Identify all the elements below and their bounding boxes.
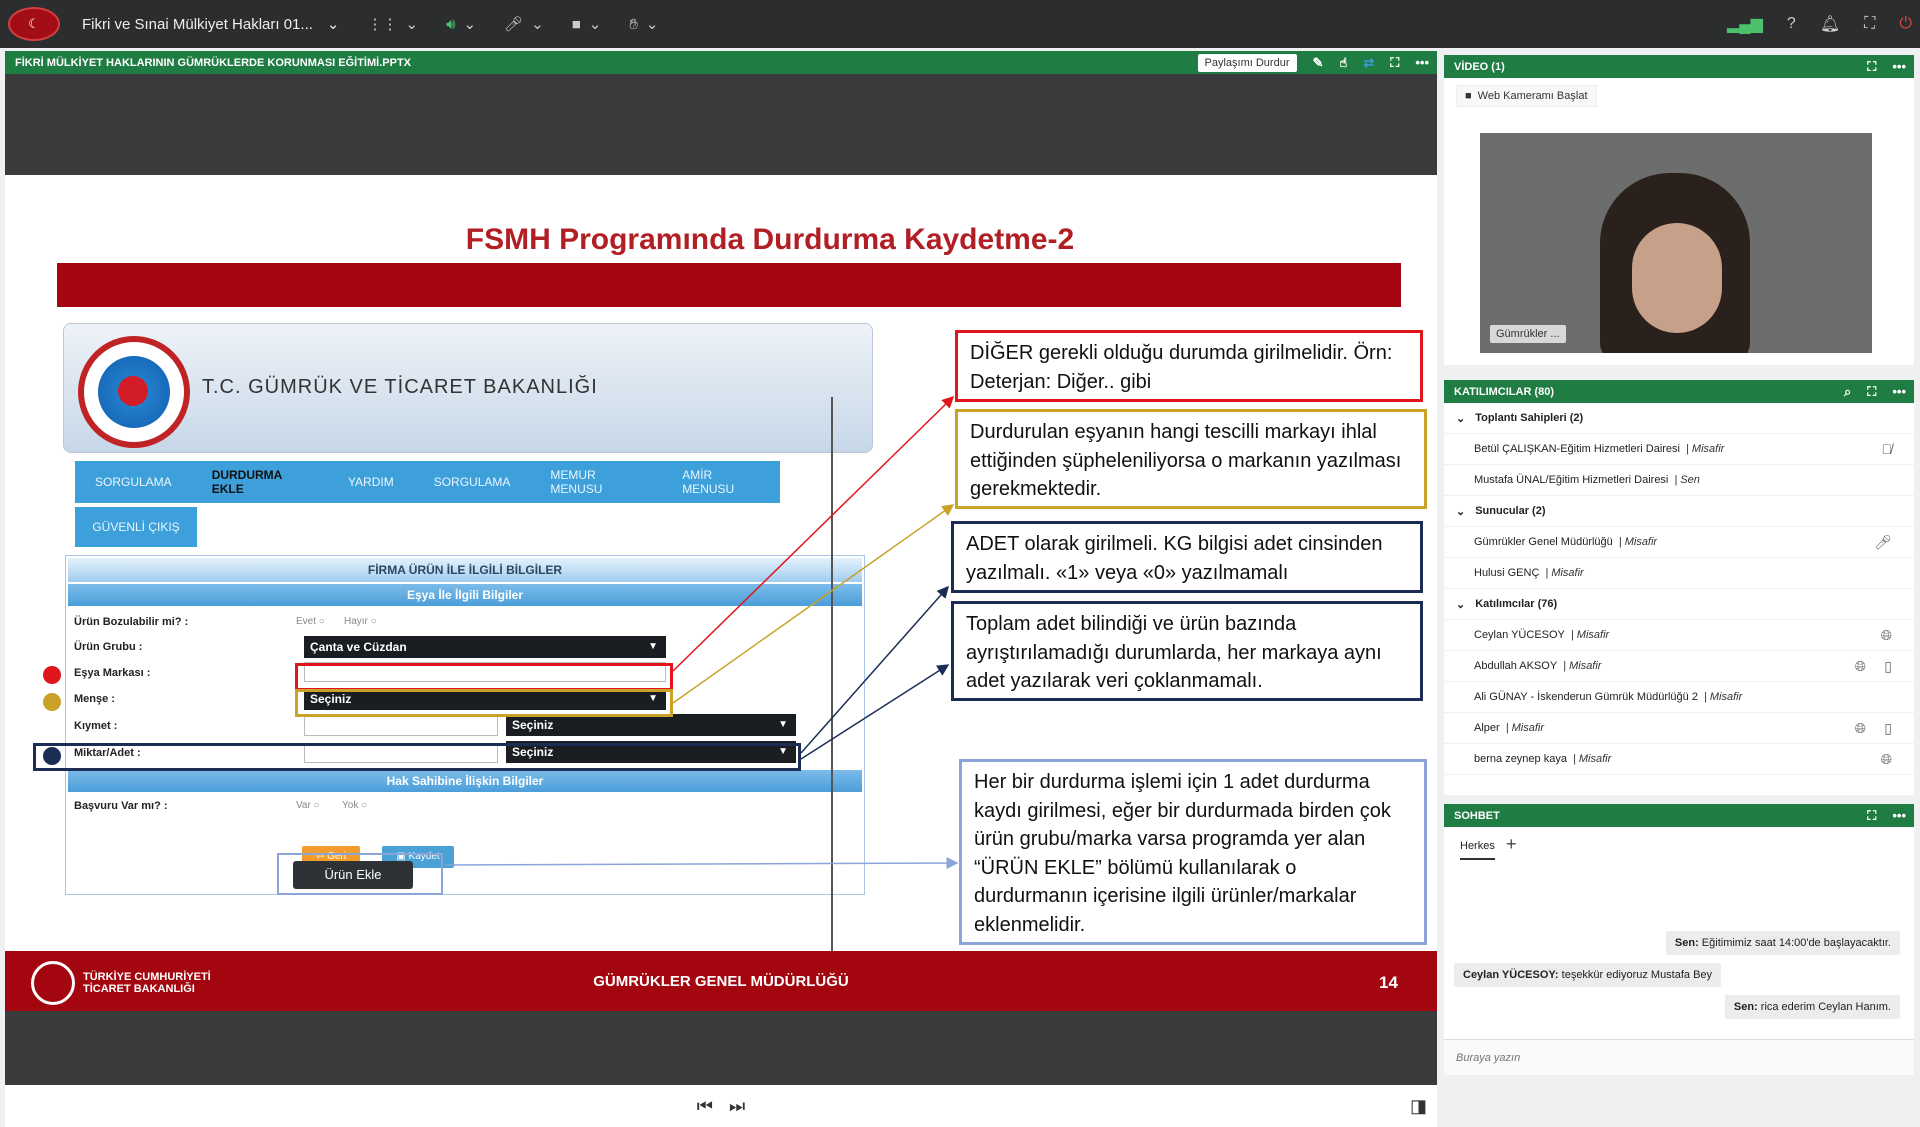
note-diger: DİĞER gerekli olduğu durumda girilmelidi… bbox=[955, 330, 1423, 402]
fullscreen-icon[interactable]: ⛶ bbox=[1867, 384, 1876, 400]
participants-pod: KATILIMCILAR (80) ⌕ ⛶ ••• ⌄ Toplantı Sahipl… bbox=[1444, 380, 1914, 795]
note-marka: Durdurulan eşyanın hangi tescilli markay… bbox=[955, 409, 1427, 509]
chevron-down-icon: ⌄ bbox=[405, 16, 419, 33]
mic-menu[interactable]: 🎤︎ ⌄ bbox=[504, 15, 544, 33]
participant-group[interactable]: ⌄ Toplantı Sahipleri (2) bbox=[1444, 403, 1914, 434]
help-icon[interactable]: ? bbox=[1787, 15, 1796, 33]
slide-page-number: 14 bbox=[1379, 973, 1398, 992]
arrow-blue bbox=[444, 857, 959, 870]
slide-pager: ⏮ ⏭ ◨ bbox=[5, 1085, 1437, 1127]
chevron-down-icon: ⌄ bbox=[326, 16, 340, 33]
participant-row[interactable]: Mustafa ÜNAL/Eğitim Hizmetleri Dairesi | … bbox=[1444, 465, 1914, 496]
search-icon[interactable]: ⌕ bbox=[1844, 384, 1851, 400]
chat-tab-herkes[interactable]: Herkes bbox=[1460, 840, 1495, 860]
mic-off-icon: 🎙̸ bbox=[1881, 441, 1893, 457]
participant-row[interactable]: Ali GÜNAY - İskenderun Gümrük Müdürlüğü … bbox=[1444, 682, 1914, 713]
share-pod: FİKRİ MÜLKİYET HAKLARININ GÜMRÜKLERDE KO… bbox=[5, 51, 1437, 1127]
chevron-down-icon: ⌄ bbox=[588, 16, 602, 33]
chevron-down-icon: ⌄ bbox=[1456, 505, 1466, 518]
raise-hand-menu[interactable]: ✋︎ ⌄ bbox=[629, 15, 659, 34]
speaker-icon: 🔊︎ bbox=[446, 15, 456, 33]
sidebar-toggle-icon[interactable]: ◨ bbox=[1410, 1096, 1427, 1117]
note-toplam-adet: Toplam adet bilindiği ve ürün bazında ay… bbox=[951, 601, 1423, 701]
slide: FSMH Programında Durdurma Kaydetme-2 T.C… bbox=[5, 175, 1437, 1011]
slide-stage: FSMH Programında Durdurma Kaydetme-2 T.C… bbox=[5, 74, 1437, 1127]
globe-icon: 🌐︎ bbox=[1854, 657, 1866, 674]
phone-icon: ▯ bbox=[1884, 657, 1892, 674]
grid-icon: ⋮⋮ bbox=[367, 16, 398, 33]
share-pod-tools: Paylaşımı Durdur ✎ ☝︎ ⇄ ⛶ ••• bbox=[1197, 51, 1429, 74]
note-adet: ADET olarak girilmeli. KG bilgisi adet c… bbox=[951, 521, 1423, 593]
participant-row[interactable]: Alper | Misafir 🌐︎ ▯ bbox=[1444, 713, 1914, 744]
video-label: Gümrükler ... bbox=[1490, 325, 1566, 343]
share-pod-header: FİKRİ MÜLKİYET HAKLARININ GÜMRÜKLERDE KO… bbox=[5, 51, 1437, 74]
chevron-down-icon: ⌄ bbox=[1456, 598, 1466, 611]
start-webcam-button[interactable]: ■ Web Kameramı Başlat bbox=[1456, 85, 1597, 107]
previous-slide-icon[interactable]: ⏮ bbox=[697, 1096, 713, 1117]
chevron-down-icon: ⌄ bbox=[645, 16, 659, 33]
add-tab-icon[interactable]: + bbox=[1506, 834, 1517, 855]
participant-face bbox=[1632, 223, 1722, 333]
chat-header: SOHBET ⛶ ••• bbox=[1444, 804, 1914, 827]
sync-icon[interactable]: ⇄ bbox=[1363, 55, 1374, 71]
pen-icon[interactable]: ✎ bbox=[1313, 55, 1324, 71]
participant-row[interactable]: Ceylan YÜCESOY | Misafir 🌐︎ bbox=[1444, 620, 1914, 651]
signal-icon[interactable]: ▂▄▆ bbox=[1727, 14, 1763, 34]
globe-icon: 🌐︎ bbox=[1854, 719, 1866, 736]
footer-center: GÜMRÜKLER GENEL MÜDÜRLÜĞÜ bbox=[593, 973, 849, 990]
speaker-menu[interactable]: 🔊︎ ⌄ bbox=[446, 15, 477, 34]
camera-menu[interactable]: ■ ⌄ bbox=[571, 15, 602, 34]
chat-message: Sen: Eğitimimiz saat 14:00'de başlayacak… bbox=[1665, 931, 1900, 955]
meeting-title[interactable]: Fikri ve Sınai Mülkiyet Hakları 01... ⌄ bbox=[82, 15, 340, 34]
top-bar: ☾ Fikri ve Sınai Mülkiyet Hakları 01... ⌄… bbox=[0, 0, 1920, 48]
participant-row[interactable]: Gümrükler Genel Müdürlüğü | Misafir 🎤︎ bbox=[1444, 527, 1914, 558]
mic-icon: 🎤︎ bbox=[504, 16, 524, 33]
camera-icon: ■ bbox=[1465, 90, 1472, 102]
top-right-tools: ▂▄▆ ? 🔔︎ ⛶ ⏻ bbox=[1727, 0, 1912, 48]
fullscreen-icon[interactable]: ⛶ bbox=[1864, 15, 1875, 33]
bell-icon[interactable]: 🔔︎ bbox=[1820, 14, 1840, 34]
participant-row[interactable]: Betül ÇALIŞKAN-Eğitim Hizmetleri Dairesi… bbox=[1444, 434, 1914, 465]
power-icon[interactable]: ⏻ bbox=[1899, 15, 1912, 33]
note-urun-ekle: Her bir durdurma işlemi için 1 adet durd… bbox=[959, 759, 1427, 945]
phone-icon: ▯ bbox=[1884, 719, 1892, 736]
participant-group[interactable]: ⌄ Katılımcılar (76) bbox=[1444, 589, 1914, 620]
fullscreen-icon[interactable]: ⛶ bbox=[1867, 59, 1876, 75]
webcam-video: Gümrükler ... bbox=[1480, 133, 1872, 353]
mic-icon: 🎤︎ bbox=[1874, 533, 1892, 550]
more-icon[interactable]: ••• bbox=[1892, 59, 1906, 74]
more-icon[interactable]: ••• bbox=[1892, 808, 1906, 823]
stop-sharing-button[interactable]: Paylaşımı Durdur bbox=[1197, 53, 1297, 72]
pointer-icon[interactable]: ☝︎ bbox=[1339, 55, 1347, 71]
fullscreen-icon[interactable]: ⛶ bbox=[1390, 55, 1399, 71]
hand-icon: ✋︎ bbox=[629, 15, 638, 33]
more-icon[interactable]: ••• bbox=[1892, 384, 1906, 399]
chat-message: Sen: rica ederim Ceylan Hanım. bbox=[1724, 995, 1900, 1019]
app-logo[interactable]: ☾ bbox=[8, 7, 60, 41]
participant-group[interactable]: ⌄ Sunucular (2) bbox=[1444, 496, 1914, 527]
participant-row[interactable]: berna zeynep kaya | Misafir 🌐︎ bbox=[1444, 744, 1914, 775]
video-pod-header: VİDEO (1) ⛶ ••• bbox=[1444, 55, 1914, 78]
chevron-down-icon: ⌄ bbox=[531, 16, 544, 33]
participant-row[interactable]: Abdullah AKSOY | Misafir 🌐︎ ▯ bbox=[1444, 651, 1914, 682]
chat-message: Ceylan YÜCESOY: teşekkür ediyoruz Mustaf… bbox=[1454, 963, 1722, 987]
fullscreen-icon[interactable]: ⛶ bbox=[1867, 808, 1876, 824]
next-slide-icon[interactable]: ⏭ bbox=[729, 1096, 745, 1117]
participant-list: ⌄ Toplantı Sahipleri (2) Betül ÇALIŞKAN-Eğ… bbox=[1444, 403, 1914, 775]
chat-input[interactable] bbox=[1444, 1039, 1914, 1075]
video-pod: VİDEO (1) ⛶ ••• ■ Web Kameramı Başlat Gümr… bbox=[1444, 55, 1914, 365]
chat-pod: SOHBET ⛶ ••• Herkes + Sen: Eğitimimiz saa… bbox=[1444, 804, 1914, 1075]
slide-footer: TÜRKİYE CUMHURİYETİ TİCARET BAKANLIĞI GÜM… bbox=[5, 951, 1437, 1011]
camera-icon: ■ bbox=[571, 15, 581, 33]
globe-icon: 🌐︎ bbox=[1880, 626, 1892, 643]
participant-row[interactable]: Hulusi GENÇ | Misafir bbox=[1444, 558, 1914, 589]
participants-header: KATILIMCILAR (80) ⌕ ⛶ ••• bbox=[1444, 380, 1914, 403]
globe-icon: 🌐︎ bbox=[1880, 750, 1892, 767]
more-icon[interactable]: ••• bbox=[1415, 55, 1429, 70]
chevron-down-icon: ⌄ bbox=[463, 16, 477, 33]
arrow-navy-2 bbox=[800, 664, 950, 760]
apps-menu[interactable]: ⋮⋮ ⌄ bbox=[367, 15, 418, 33]
chevron-down-icon: ⌄ bbox=[1456, 412, 1466, 425]
arrow-navy-1 bbox=[800, 585, 949, 754]
